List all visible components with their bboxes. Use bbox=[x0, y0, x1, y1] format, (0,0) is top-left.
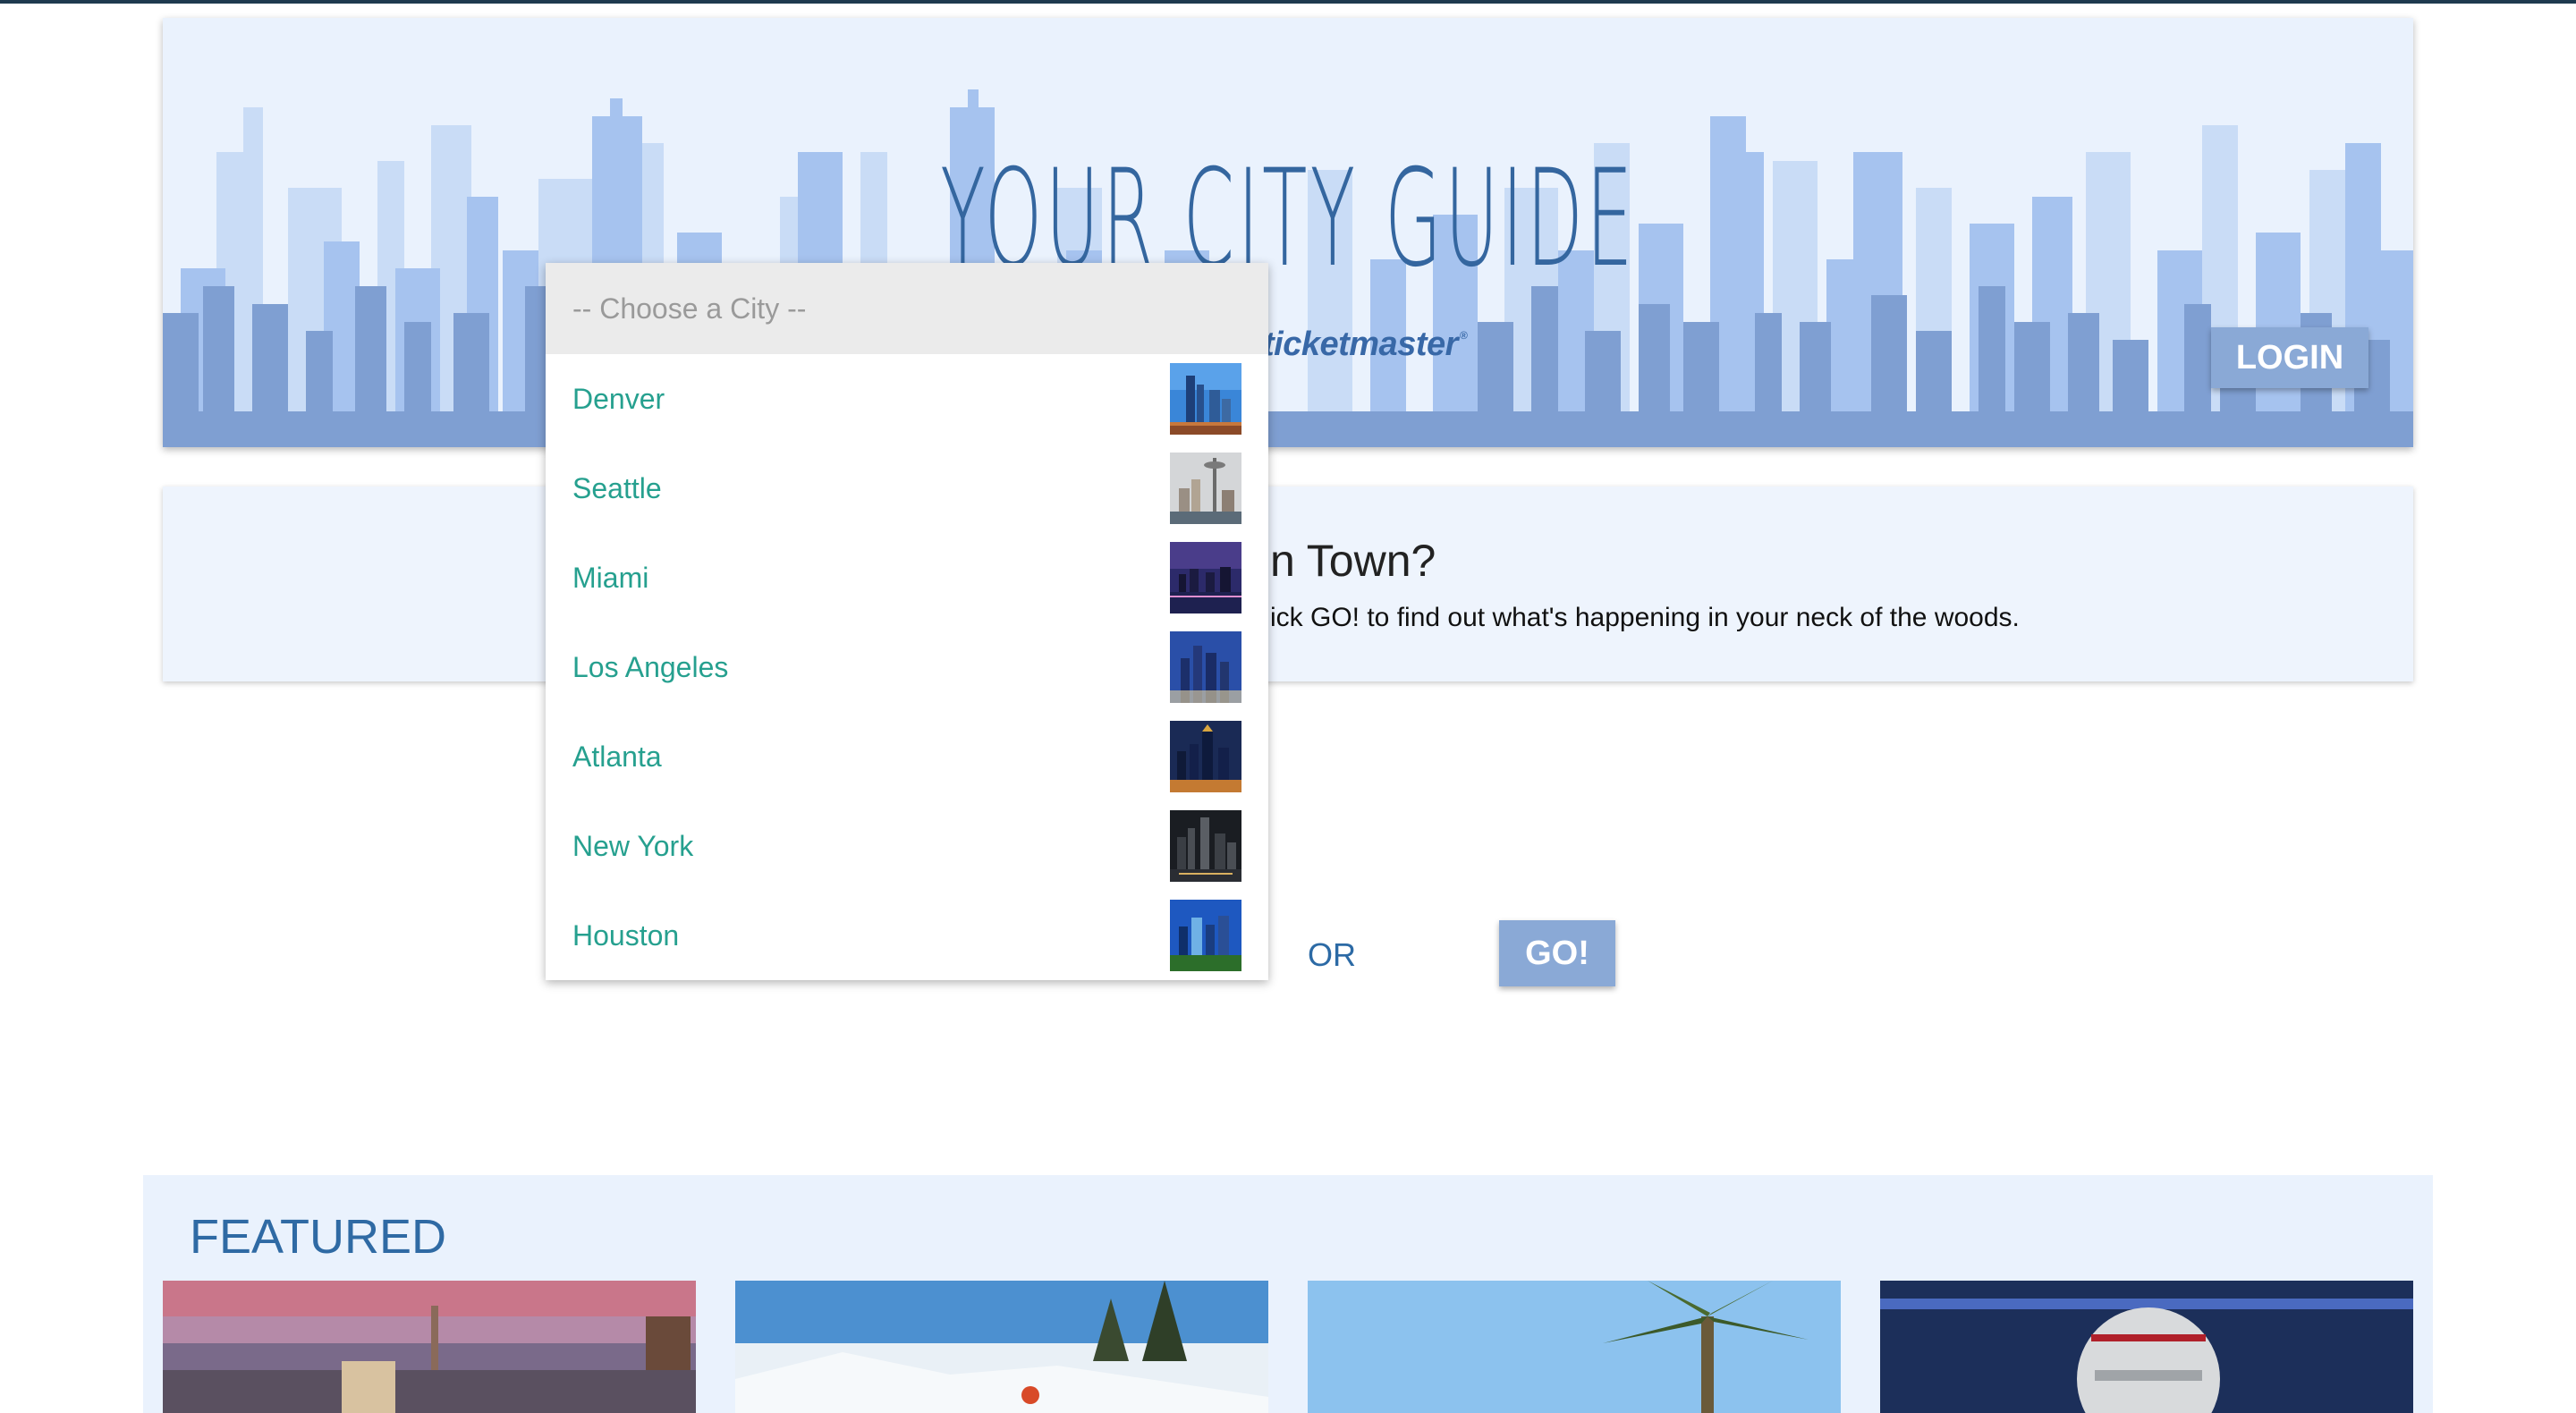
city-option-label: Houston bbox=[572, 918, 680, 952]
los-angeles-skyline-thumbnail bbox=[1170, 631, 1241, 703]
skier-snow-photo bbox=[735, 1281, 1268, 1413]
football-player-helmet-photo bbox=[1880, 1281, 2413, 1413]
ticketmaster-logo[interactable]: ticketmaster ® bbox=[1263, 326, 1468, 364]
or-label: OR bbox=[1308, 936, 1356, 973]
city-option-miami[interactable]: Miami bbox=[546, 533, 1268, 622]
city-option-label: Denver bbox=[572, 382, 665, 415]
featured-title: FEATURED bbox=[190, 1210, 447, 1264]
featured-card[interactable] bbox=[1308, 1281, 1841, 1413]
miami-skyline-thumbnail bbox=[1170, 542, 1241, 613]
intro-card: n Town? ick GO! to find out what's happe… bbox=[163, 487, 2413, 681]
featured-card[interactable] bbox=[163, 1281, 696, 1413]
city-option-los-angeles[interactable]: Los Angeles bbox=[546, 622, 1268, 712]
atlanta-skyline-thumbnail bbox=[1170, 721, 1241, 792]
hero-banner: YOUR CITY GUIDE ticketmaster ® LOGIN bbox=[163, 18, 2413, 447]
brand-registered-mark: ® bbox=[1459, 329, 1468, 342]
top-border bbox=[0, 0, 2576, 4]
city-skyline-sunset-photo bbox=[163, 1281, 696, 1413]
city-dropdown-menu[interactable]: -- Choose a City -- Denver Seattle Miami… bbox=[546, 263, 1268, 980]
palm-tree-photo bbox=[1308, 1281, 1841, 1413]
city-option-denver[interactable]: Denver bbox=[546, 354, 1268, 444]
brand-name: ticketmaster bbox=[1263, 326, 1458, 363]
seattle-skyline-thumbnail bbox=[1170, 453, 1241, 524]
intro-heading: n Town? bbox=[1270, 536, 1436, 586]
city-option-label: New York bbox=[572, 829, 694, 862]
houston-skyline-thumbnail bbox=[1170, 900, 1241, 971]
city-option-label: Los Angeles bbox=[572, 650, 729, 683]
featured-card[interactable] bbox=[735, 1281, 1268, 1413]
intro-description: ick GO! to find out what's happening in … bbox=[1270, 603, 2020, 632]
city-option-label: Seattle bbox=[572, 471, 662, 504]
city-option-seattle[interactable]: Seattle bbox=[546, 444, 1268, 533]
featured-card[interactable] bbox=[1880, 1281, 2413, 1413]
city-select-placeholder[interactable]: -- Choose a City -- bbox=[546, 263, 1268, 354]
city-option-new-york[interactable]: New York bbox=[546, 801, 1268, 891]
city-option-label: Miami bbox=[572, 561, 649, 594]
city-option-houston[interactable]: Houston bbox=[546, 891, 1268, 980]
city-option-atlanta[interactable]: Atlanta bbox=[546, 712, 1268, 801]
featured-section: FEATURED bbox=[143, 1175, 2433, 1413]
city-option-label: Atlanta bbox=[572, 740, 662, 773]
go-button[interactable]: GO! bbox=[1499, 920, 1615, 986]
login-button[interactable]: LOGIN bbox=[2211, 327, 2368, 388]
new-york-skyline-thumbnail bbox=[1170, 810, 1241, 882]
denver-skyline-thumbnail bbox=[1170, 363, 1241, 435]
